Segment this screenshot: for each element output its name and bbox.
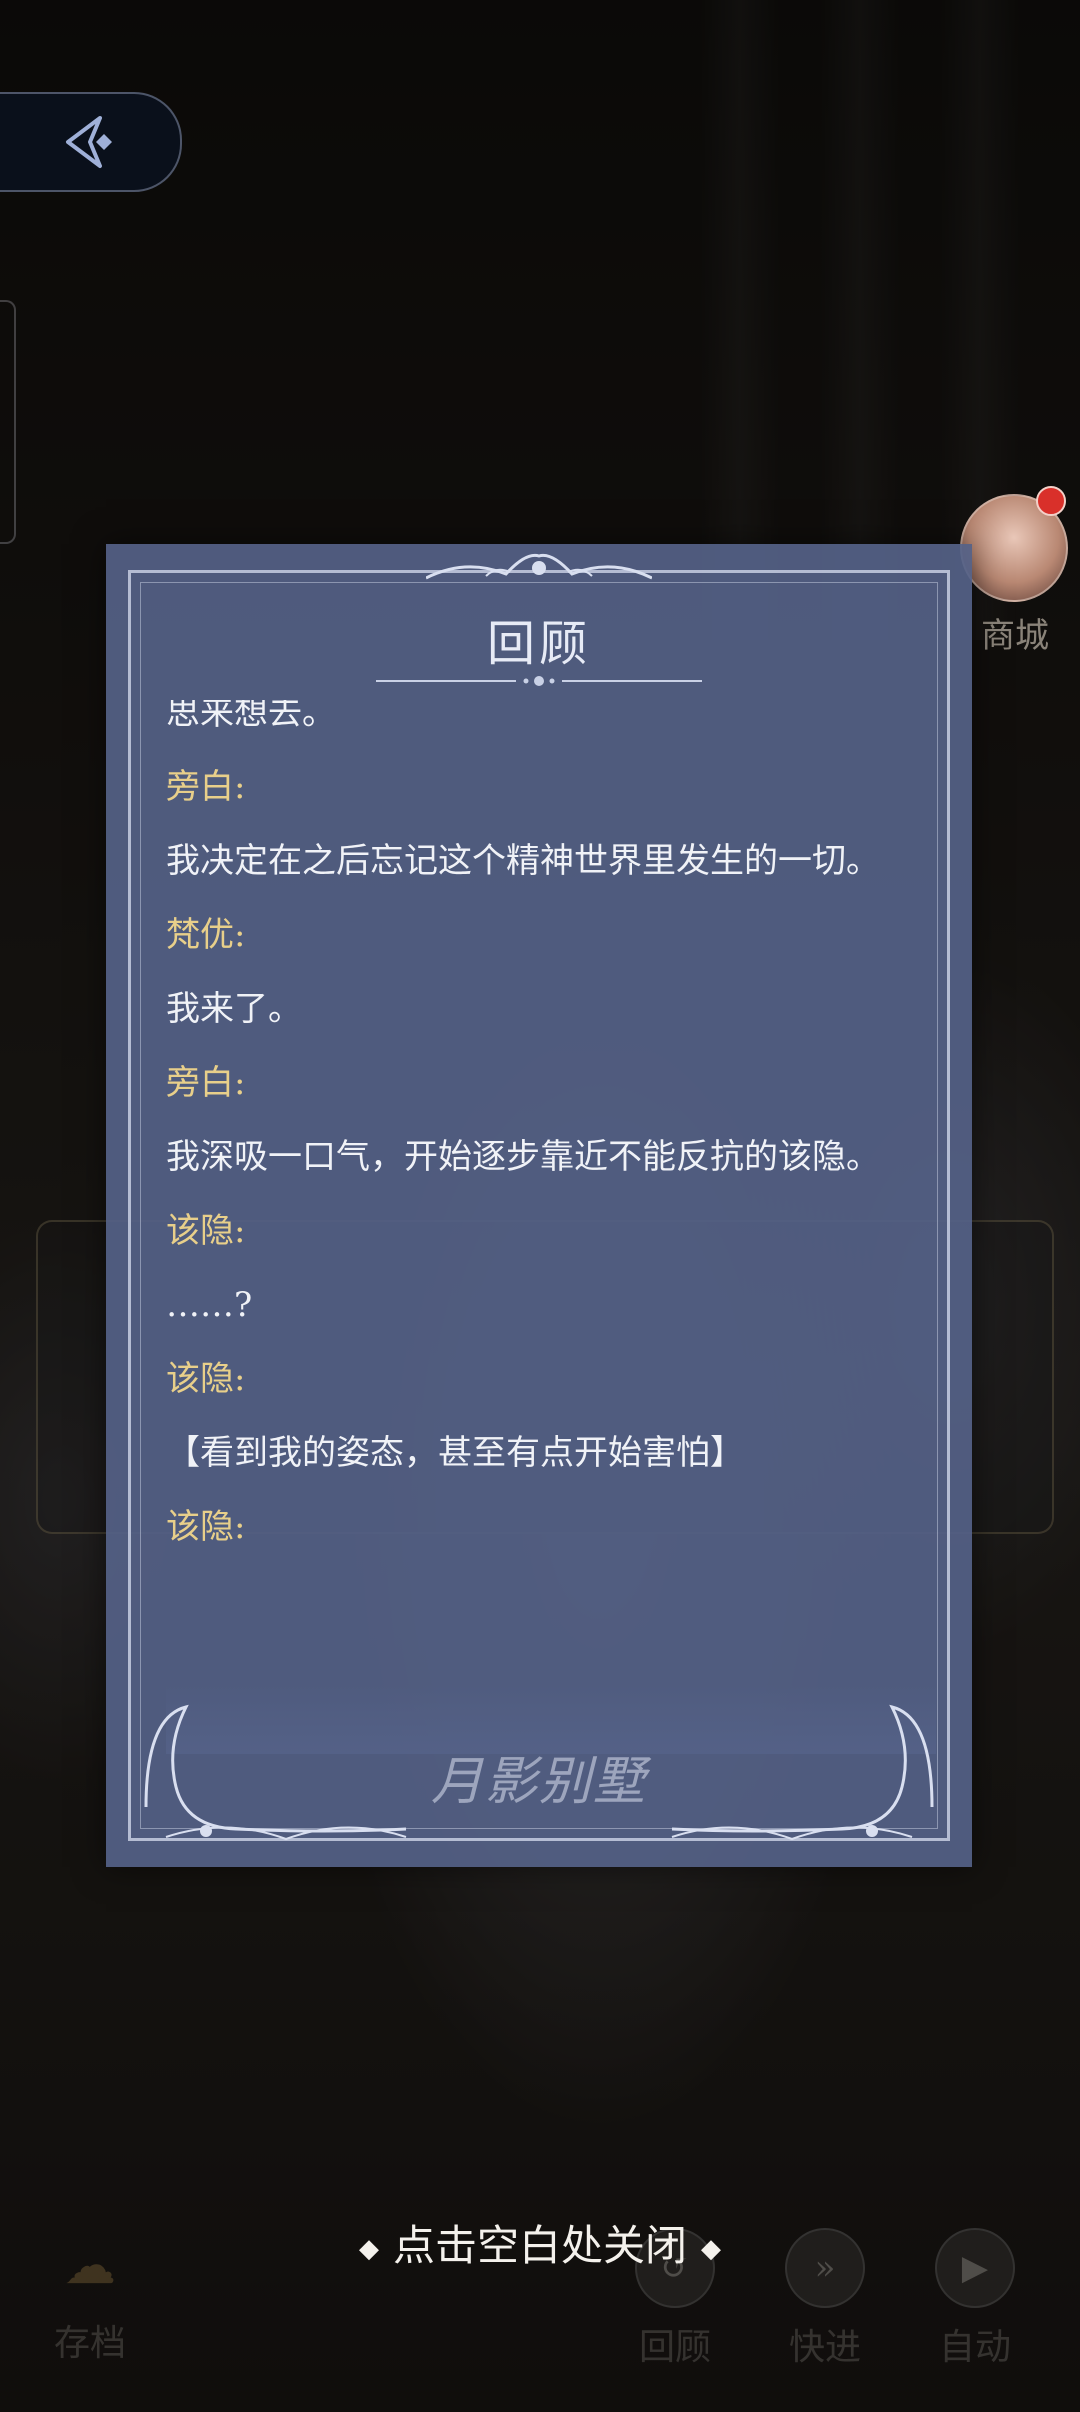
log-entry: 梵优: 我来了。 <box>166 898 936 1046</box>
log-line: 思来想去。 <box>166 700 336 733</box>
top-ornament-icon <box>426 553 652 580</box>
shop-label: 商城 <box>981 616 1049 656</box>
log-line: ……? <box>166 1285 253 1325</box>
review-log-list[interactable]: 思来想去。 旁白: 我决定在之后忘记这个精神世界里发生的一切。 梵优: 我来了。… <box>166 700 936 1750</box>
log-entry: 思来想去。 <box>166 700 936 750</box>
log-line: 【看到我的姿态，甚至有点开始害怕】 <box>166 1433 744 1473</box>
title-divider <box>376 676 702 686</box>
log-line: 我来了。 <box>166 989 302 1029</box>
close-hint: ◆ 点击空白处关闭 ◆ <box>0 2212 1080 2273</box>
log-speaker: 旁白: <box>166 1063 246 1103</box>
log-entry: 该隐: ……? <box>166 1194 936 1342</box>
diamond-icon: ◆ <box>358 2234 379 2264</box>
log-speaker: 该隐: <box>166 1359 246 1399</box>
back-arrow-icon <box>66 116 112 168</box>
notification-dot <box>1036 486 1066 516</box>
log-entry: 该隐: 【看到我的姿态，甚至有点开始害怕】 <box>166 1342 936 1490</box>
log-entry: 该隐: <box>166 1490 936 1564</box>
game-logo: 月影别墅 <box>430 1752 647 1812</box>
diamond-icon: ◆ <box>701 2234 721 2264</box>
log-line: 我决定在之后忘记这个精神世界里发生的一切。 <box>166 841 880 881</box>
side-drawer-handle[interactable] <box>0 300 16 544</box>
log-entry: 旁白: 我决定在之后忘记这个精神世界里发生的一切。 <box>166 750 936 898</box>
back-button[interactable] <box>0 92 182 192</box>
log-speaker: 该隐: <box>166 1211 246 1251</box>
log-entry: 旁白: 我深吸一口气，开始逐步靠近不能反抗的该隐。 <box>166 1046 936 1194</box>
log-speaker: 该隐: <box>166 1507 246 1547</box>
log-speaker: 旁白: <box>166 767 246 807</box>
log-speaker: 梵优: <box>166 915 246 955</box>
close-hint-text: 点击空白处关闭 <box>392 2221 687 2270</box>
panel-title: 回顾 <box>486 616 591 672</box>
log-line: 我深吸一口气，开始逐步靠近不能反抗的该隐。 <box>166 1137 880 1177</box>
review-log-panel[interactable]: 回顾 思来想去。 旁白: 我决定在之后忘记这个精神世界里发生的一切。 梵优: 我… <box>106 544 972 1867</box>
